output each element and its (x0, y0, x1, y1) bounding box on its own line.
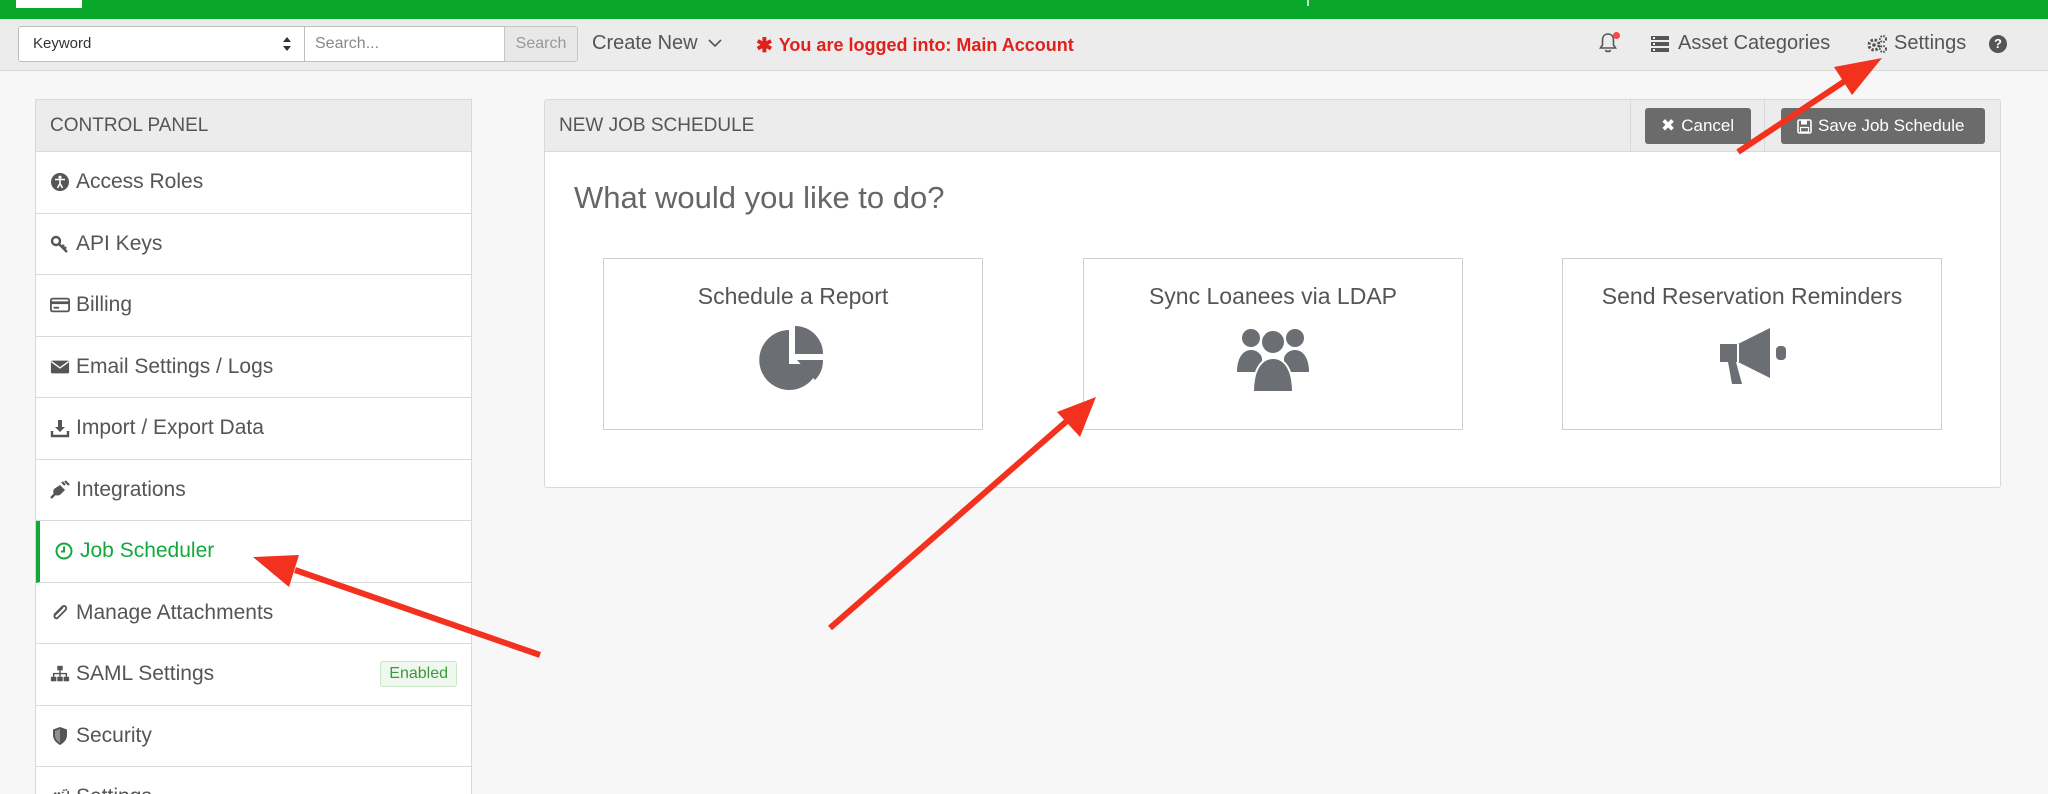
shield-icon (50, 726, 70, 746)
sidebar-item-integrations[interactable]: Integrations (36, 460, 471, 521)
server-icon (1651, 35, 1669, 52)
accessibility-icon (50, 172, 70, 192)
keyword-select-value: Keyword (33, 35, 92, 52)
header-divider (1630, 100, 1631, 152)
keyword-select[interactable]: Keyword (18, 26, 305, 62)
sidebar-item-label: Integrations (76, 477, 186, 501)
chevron-down-icon (708, 39, 722, 48)
search-input[interactable] (305, 26, 505, 62)
sidebar-item-label: API Keys (76, 231, 163, 255)
sidebar-item-settings[interactable]: Settings (36, 767, 471, 794)
credit-card-icon (50, 295, 70, 315)
sidebar-item-saml-settings[interactable]: SAML Settings Enabled (36, 644, 471, 706)
sidebar-item-label: Settings (76, 785, 152, 794)
sidebar-item-security[interactable]: Security (36, 706, 471, 767)
asset-categories-label: Asset Categories (1678, 32, 1831, 54)
close-icon: ✖ (1661, 116, 1676, 135)
save-icon (1797, 118, 1812, 134)
sidebar-item-label: Security (76, 723, 152, 747)
save-button-label: Save Job Schedule (1818, 116, 1965, 135)
sidebar-item-import-export[interactable]: Import / Export Data (36, 398, 471, 460)
sidebar-header: CONTROL PANEL (36, 100, 471, 152)
download-icon (50, 418, 70, 438)
sidebar-item-api-keys[interactable]: API Keys (36, 214, 471, 275)
sidebar-item-access-roles[interactable]: Access Roles (36, 152, 471, 214)
asset-categories-link[interactable]: Asset Categories (1650, 32, 1830, 55)
schedule-report-option[interactable]: Schedule a Report (603, 258, 983, 430)
sidebar-item-label: Import / Export Data (76, 416, 264, 440)
cancel-button[interactable]: ✖ Cancel (1645, 108, 1751, 144)
sidebar-item-label: Manage Attachments (76, 600, 274, 624)
save-job-schedule-button[interactable]: Save Job Schedule (1781, 108, 1985, 144)
top-brand-bar (0, 0, 2048, 19)
pie-chart-icon (604, 322, 982, 394)
brand-bar-mark (1307, 0, 1309, 6)
option-label: Sync Loanees via LDAP (1148, 283, 1398, 309)
megaphone-icon (1563, 322, 1941, 388)
panel-header: NEW JOB SCHEDULE ✖ Cancel Save Job Sched… (545, 100, 2000, 152)
sidebar-item-label: Job Scheduler (80, 539, 215, 563)
enabled-badge: Enabled (380, 661, 457, 687)
send-reservation-reminders-option[interactable]: Send Reservation Reminders (1562, 258, 1942, 430)
plug-icon (50, 479, 70, 500)
notification-dot (1613, 32, 1620, 39)
search-button[interactable]: Search (504, 26, 578, 62)
create-new-label: Create New (592, 32, 698, 54)
key-icon (50, 234, 70, 254)
sidebar-item-job-scheduler[interactable]: Job Scheduler (36, 521, 471, 583)
sidebar-item-label: Billing (76, 293, 133, 317)
toolbar: Keyword Search Create New ✱ You are logg… (0, 19, 2048, 71)
header-divider (1764, 100, 1765, 152)
panel-title: NEW JOB SCHEDULE (559, 115, 755, 136)
new-job-schedule-panel: NEW JOB SCHEDULE ✖ Cancel Save Job Sched… (544, 99, 2001, 488)
select-arrows-icon (283, 37, 291, 51)
gears-icon (50, 787, 70, 794)
sidebar-item-label: SAML Settings (76, 662, 215, 686)
control-panel-sidebar: CONTROL PANEL Access Roles API Keys Bill… (35, 99, 472, 794)
clock-icon (54, 541, 74, 561)
option-label: Schedule a Report (697, 283, 889, 309)
sidebar-item-billing[interactable]: Billing (36, 275, 471, 337)
logged-in-notice: ✱ You are logged into: Main Account (756, 33, 1074, 58)
cancel-button-label: Cancel (1681, 116, 1735, 135)
users-icon (1084, 322, 1462, 394)
envelope-icon (50, 357, 70, 377)
create-new-menu[interactable]: Create New (592, 32, 722, 55)
panel-question: What would you like to do? (574, 180, 945, 215)
settings-label: Settings (1894, 32, 1967, 54)
logo[interactable] (16, 0, 82, 8)
sitemap-icon (50, 664, 70, 684)
sidebar-item-email-settings[interactable]: Email Settings / Logs (36, 337, 471, 398)
logged-in-text: You are logged into: Main Account (778, 35, 1074, 55)
asterisk-icon: ✱ (756, 35, 773, 57)
option-label: Send Reservation Reminders (1601, 283, 1903, 309)
sidebar-item-manage-attachments[interactable]: Manage Attachments (36, 583, 471, 644)
settings-link[interactable]: Settings (1866, 32, 1966, 55)
sync-loanees-ldap-option[interactable]: Sync Loanees via LDAP (1083, 258, 1463, 430)
notifications-button[interactable] (1598, 32, 1620, 56)
sidebar-item-label: Access Roles (76, 170, 204, 194)
gears-icon (1867, 34, 1887, 53)
sidebar-item-label: Email Settings / Logs (76, 354, 274, 378)
help-icon[interactable]: ? (1989, 35, 2007, 53)
paperclip-icon (50, 603, 70, 623)
